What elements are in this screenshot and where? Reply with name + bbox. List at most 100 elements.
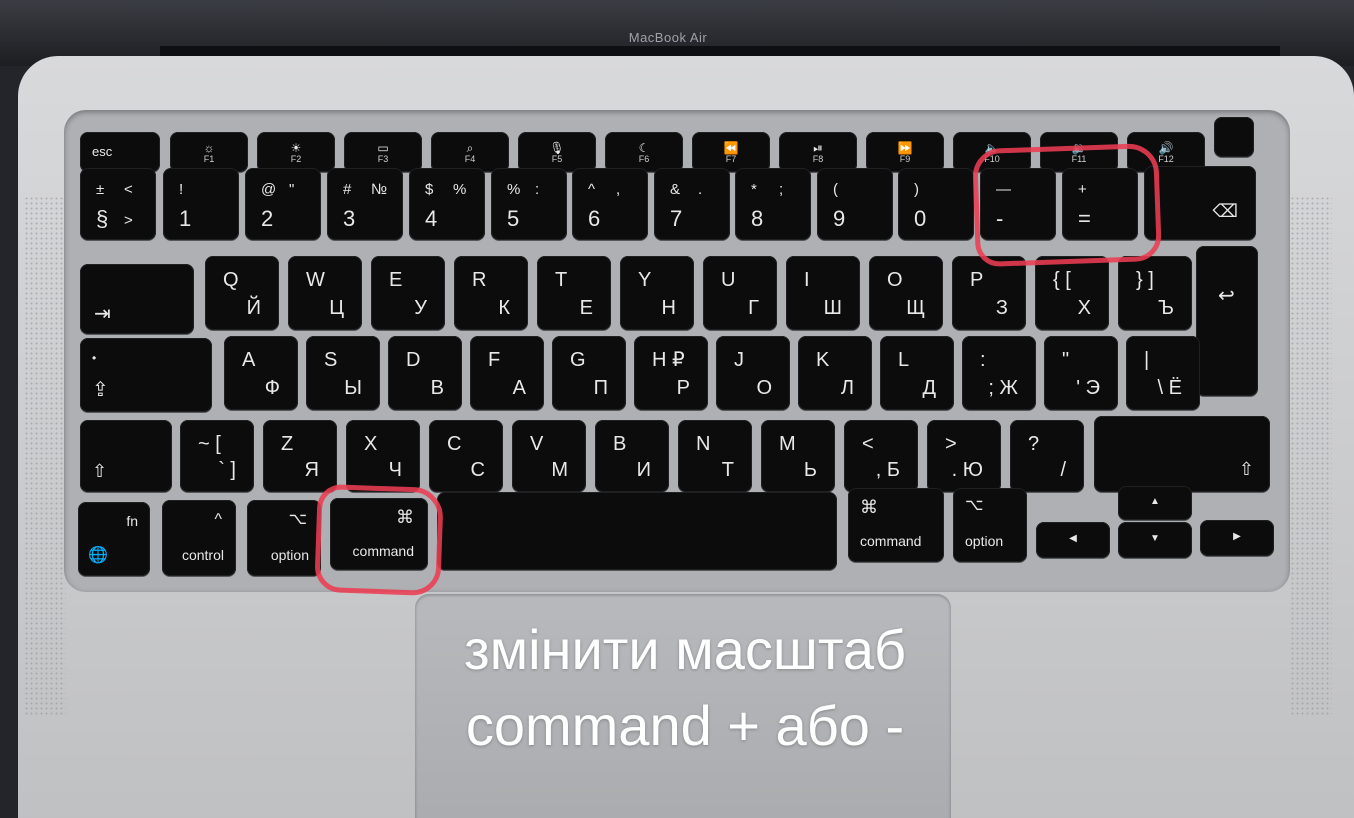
- latin-label: K: [816, 349, 830, 371]
- key-top-symbol: #: [343, 181, 352, 198]
- key-letter-B-5[interactable]: BИ: [595, 420, 669, 492]
- key-caps-lock[interactable]: • ⇪: [80, 338, 212, 412]
- key-letter-I-7[interactable]: IШ: [786, 256, 860, 330]
- key-letter-Y-5[interactable]: YН: [620, 256, 694, 330]
- key-top-symbol: %: [507, 181, 521, 198]
- photo-scene: MacBook Air esc ☼ F1 ☀ F2 ▭ F3 ⌕ F4 🎙 F5 ☾ F6 ⏪ F7 ⏯ F8 ⏩…: [0, 0, 1354, 818]
- key-bottom-alt-symbol: >: [124, 212, 133, 229]
- cyrillic-label: Ь: [803, 459, 817, 481]
- key-esc[interactable]: esc: [80, 132, 160, 172]
- option-label: option: [270, 547, 309, 563]
- key-right-shift[interactable]: ⇧: [1094, 416, 1270, 492]
- key-f9[interactable]: ⏩ F9: [866, 132, 944, 172]
- key-letter-U-6[interactable]: UГ: [703, 256, 777, 330]
- key-letter-A-0[interactable]: AФ: [224, 336, 298, 410]
- key-right-command[interactable]: ⌘ command: [848, 488, 944, 562]
- key-letter-C-3[interactable]: CС: [429, 420, 503, 492]
- key-number-8[interactable]: *; 8: [735, 168, 811, 240]
- option-icon: ⌥: [965, 497, 984, 514]
- latin-label: J: [734, 349, 744, 371]
- key-number-10[interactable]: ) 0: [898, 168, 974, 240]
- cyrillic-label: Ы: [344, 377, 362, 399]
- key-f3[interactable]: ▭ F3: [344, 132, 422, 172]
- f6-label: F6: [638, 154, 650, 164]
- key-f2[interactable]: ☀ F2: [257, 132, 335, 172]
- key-letter-R-3[interactable]: RК: [454, 256, 528, 330]
- key-letter-O-8[interactable]: OЩ: [869, 256, 943, 330]
- key-f6[interactable]: ☾ F6: [605, 132, 683, 172]
- key-touch-id[interactable]: [1214, 117, 1254, 157]
- key-letter--9[interactable]: > . Ю: [927, 420, 1001, 492]
- key-letter-H-5[interactable]: H ₽ Р: [634, 336, 708, 410]
- key-letter-J-6[interactable]: JО: [716, 336, 790, 410]
- key-f1[interactable]: ☼ F1: [170, 132, 248, 172]
- key-letter-L-8[interactable]: LД: [880, 336, 954, 410]
- key-bottom-symbol: 6: [588, 206, 601, 231]
- key-letter--0[interactable]: ~ [` ]: [180, 420, 254, 492]
- key-letter-S-1[interactable]: SЫ: [306, 336, 380, 410]
- key-number-0[interactable]: ± < § >: [80, 168, 156, 240]
- key-arrow-down[interactable]: ▼: [1118, 522, 1192, 558]
- cyrillic-label: ' Э: [1076, 377, 1100, 399]
- key-letter--8[interactable]: <, Б: [844, 420, 918, 492]
- dictation-icon: 🎙: [549, 141, 565, 155]
- key-number-3[interactable]: # № 3: [327, 168, 403, 240]
- key-letter-G-4[interactable]: GП: [552, 336, 626, 410]
- key-letter-P-9[interactable]: PЗ: [952, 256, 1026, 330]
- key-letter-T-4[interactable]: TЕ: [537, 256, 611, 330]
- key-letter--11[interactable]: } ] Ъ: [1118, 256, 1192, 330]
- key-arrow-right[interactable]: ▶: [1200, 520, 1274, 556]
- highlight-minus-plus-keys: [971, 142, 1163, 268]
- key-number-9[interactable]: (9: [817, 168, 893, 240]
- key-letter-E-2[interactable]: EУ: [371, 256, 445, 330]
- latin-label: { [: [1053, 269, 1071, 291]
- key-letter-W-1[interactable]: WЦ: [288, 256, 362, 330]
- cyrillic-label: В: [430, 377, 444, 399]
- cyrillic-label: Г: [748, 297, 759, 319]
- key-left-shift[interactable]: ⇧: [80, 420, 172, 492]
- key-number-7[interactable]: &. 7: [654, 168, 730, 240]
- latin-label: G: [570, 349, 586, 371]
- play-pause-icon: ⏯: [813, 141, 823, 155]
- key-return[interactable]: ↩: [1196, 246, 1258, 396]
- key-letter-K-7[interactable]: KЛ: [798, 336, 872, 410]
- cyrillic-label: Й: [246, 297, 261, 319]
- key-number-2[interactable]: @ " 2: [245, 168, 321, 240]
- key-control[interactable]: ^ control: [162, 500, 236, 576]
- key-f7[interactable]: ⏪ F7: [692, 132, 770, 172]
- key-letter--11[interactable]: | \ Ё: [1126, 336, 1200, 410]
- key-top-symbol: *: [751, 181, 757, 198]
- key-tab[interactable]: ⇥: [80, 264, 194, 334]
- key-letter-Q-0[interactable]: QЙ: [205, 256, 279, 330]
- key-number-6[interactable]: ^, 6: [572, 168, 648, 240]
- key-right-option[interactable]: ⌥ option: [953, 488, 1027, 562]
- key-arrow-up[interactable]: ▲: [1118, 486, 1192, 520]
- latin-label: Q: [223, 269, 239, 291]
- key-f5[interactable]: 🎙 F5: [518, 132, 596, 172]
- key-letter-M-7[interactable]: MЬ: [761, 420, 835, 492]
- key-letter-Z-1[interactable]: ZЯ: [263, 420, 337, 492]
- command-label: command: [860, 533, 922, 549]
- key-number-1[interactable]: ! 1: [163, 168, 239, 240]
- option-label: option: [965, 533, 1004, 549]
- key-letter-V-4[interactable]: VМ: [512, 420, 586, 492]
- key-f8[interactable]: ⏯ F8: [779, 132, 857, 172]
- key-letter-X-2[interactable]: XЧ: [346, 420, 420, 492]
- key-space[interactable]: [437, 492, 837, 570]
- key-letter-F-3[interactable]: FА: [470, 336, 544, 410]
- control-symbol: ^: [214, 511, 222, 528]
- key-left-option[interactable]: ⌥ option: [247, 500, 321, 576]
- key-number-5[interactable]: %:5: [491, 168, 567, 240]
- key-letter-N-6[interactable]: NТ: [678, 420, 752, 492]
- key-letter-D-2[interactable]: DВ: [388, 336, 462, 410]
- key-f4[interactable]: ⌕ F4: [431, 132, 509, 172]
- key-letter--10[interactable]: " ' Э: [1044, 336, 1118, 410]
- key-letter--10[interactable]: ? /: [1010, 420, 1084, 492]
- key-letter--9[interactable]: :; Ж: [962, 336, 1036, 410]
- key-fn[interactable]: fn 🌐: [78, 502, 150, 576]
- key-arrow-left[interactable]: ◀: [1036, 522, 1110, 558]
- key-letter--10[interactable]: { [Х: [1035, 256, 1109, 330]
- shift-icon: ⇧: [1238, 459, 1254, 479]
- key-number-4[interactable]: $% 4: [409, 168, 485, 240]
- latin-label: |: [1144, 349, 1150, 371]
